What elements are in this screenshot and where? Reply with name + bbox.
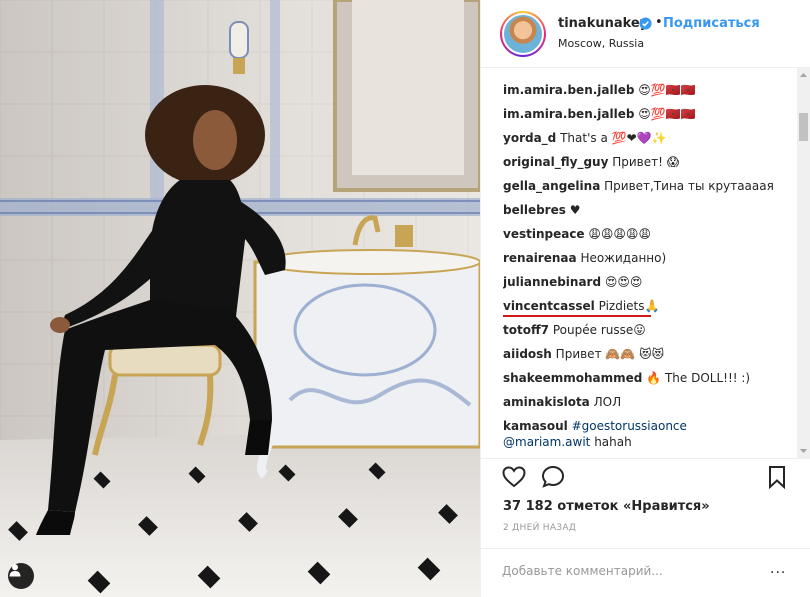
follow-button[interactable]: Подписаться	[663, 16, 760, 31]
comment-username[interactable]: im.amira.ben.jalleb	[503, 83, 634, 97]
comment-username[interactable]: totoff7	[503, 323, 549, 337]
avatar-image	[502, 13, 544, 55]
comment-text: 😍💯🇲🇦🇲🇦	[638, 107, 696, 121]
comments-scrollbar[interactable]	[797, 68, 810, 458]
comment-row: aiidosh Привет 🙈🙈 😻😻	[503, 346, 664, 362]
comment-row: totoff7 Poupée russe😛	[503, 322, 646, 338]
likes-count[interactable]: 37 182 отметок «Нравится»	[503, 499, 710, 514]
comment-text: Pizdiets🙏	[598, 299, 660, 313]
comment-text: Привет,Тина ты крутаааая	[604, 179, 774, 193]
comment-row: im.amira.ben.jalleb 😍💯🇲🇦🇲🇦	[503, 82, 696, 98]
post-timestamp[interactable]: 2 ДНЕЙ НАЗАД	[503, 523, 576, 533]
comment-row: vincentcassel Pizdiets🙏	[503, 298, 659, 314]
dot-separator: •	[655, 15, 663, 30]
comment-text: ЛОЛ	[593, 395, 622, 409]
location-link[interactable]: Moscow, Russia	[558, 37, 644, 50]
comment-username[interactable]: shakeemmohammed	[503, 371, 642, 385]
comment-username[interactable]: vestinpeace	[503, 227, 585, 241]
username[interactable]: tinakunakey	[558, 16, 648, 31]
post-photo[interactable]	[0, 0, 480, 597]
comment-text: That's a 💯❤💜✨	[560, 131, 667, 145]
comment-row: aminakislota ЛОЛ	[503, 394, 621, 410]
comment-row: kamasoul #goestorussiaonce @mariam.awit h…	[503, 418, 687, 450]
comment-username[interactable]: yorda_d	[503, 131, 556, 145]
comment-row: im.amira.ben.jalleb 😍💯🇲🇦🇲🇦	[503, 106, 696, 122]
comment-input[interactable]	[502, 561, 742, 581]
comment-username[interactable]: aminakislota	[503, 395, 590, 409]
verified-badge-icon	[639, 17, 652, 30]
more-options-button[interactable]: ...	[770, 561, 786, 577]
comment-username[interactable]: renairenaa	[503, 251, 577, 265]
comment-row: renairenaa Неожиданно)	[503, 250, 666, 266]
comment-text: 😩😩😩😩😩	[588, 227, 651, 241]
scroll-down-arrow-icon[interactable]	[797, 444, 810, 458]
comment-username[interactable]: bellebres	[503, 203, 566, 217]
comment-username[interactable]: juliannebinard	[503, 275, 601, 289]
comment-username[interactable]: original_fly_guy	[503, 155, 608, 169]
comment-row: shakeemmohammed 🔥 The DOLL!!! :)	[503, 370, 750, 386]
comment-row: vestinpeace 😩😩😩😩😩	[503, 226, 651, 242]
add-comment-section: ...	[480, 548, 810, 597]
comment-text: 🔥 The DOLL!!! :)	[646, 371, 751, 385]
user-tags-button[interactable]	[8, 563, 34, 589]
comment-text: Poupée russe😛	[552, 323, 646, 337]
comment-username[interactable]: aiidosh	[503, 347, 552, 361]
avatar[interactable]	[500, 11, 546, 57]
comment-row: yorda_d That's a 💯❤💜✨	[503, 130, 667, 146]
comment-row: juliannebinard 😍😍😍	[503, 274, 642, 290]
comment-text: Привет! 😱	[612, 155, 680, 169]
comment-username[interactable]: gella_angelina	[503, 179, 600, 193]
mention-link[interactable]: @mariam.awit	[503, 435, 590, 449]
scroll-thumb[interactable]	[799, 113, 808, 141]
comments-list[interactable]: im.amira.ben.jalleb 😍💯🇲🇦🇲🇦 im.amira.ben.j…	[503, 68, 793, 458]
heart-icon[interactable]	[501, 464, 527, 490]
scroll-up-arrow-icon[interactable]	[797, 68, 810, 82]
bookmark-icon[interactable]	[766, 464, 788, 490]
photo-illustration	[0, 0, 480, 597]
highlight-underline	[503, 315, 651, 317]
person-icon	[9, 564, 21, 577]
comment-row: original_fly_guy Привет! 😱	[503, 154, 679, 170]
comment-row: bellebres ♥	[503, 202, 580, 218]
comment-text: Привет 🙈🙈 😻😻	[555, 347, 665, 361]
comment-text: 😍💯🇲🇦🇲🇦	[638, 83, 696, 97]
comment-username[interactable]: kamasoul	[503, 419, 568, 433]
comment-username[interactable]: im.amira.ben.jalleb	[503, 107, 634, 121]
post-header: tinakunakey • Подписаться Moscow, Russia	[481, 0, 810, 68]
hashtag-link[interactable]: #goestorussiaonce	[572, 419, 687, 433]
comment-row: gella_angelina Привет,Тина ты крутаааая	[503, 178, 774, 194]
speech-bubble-icon[interactable]	[540, 464, 566, 490]
comment-text: ♥	[569, 203, 581, 217]
comment-text: hahah	[594, 435, 632, 449]
comment-username[interactable]: vincentcassel	[503, 299, 595, 313]
comment-text: 😍😍😍	[604, 275, 643, 289]
post-actions: 37 182 отметок «Нравится» 2 ДНЕЙ НАЗАД	[480, 458, 810, 558]
comment-text: Неожиданно)	[580, 251, 667, 265]
